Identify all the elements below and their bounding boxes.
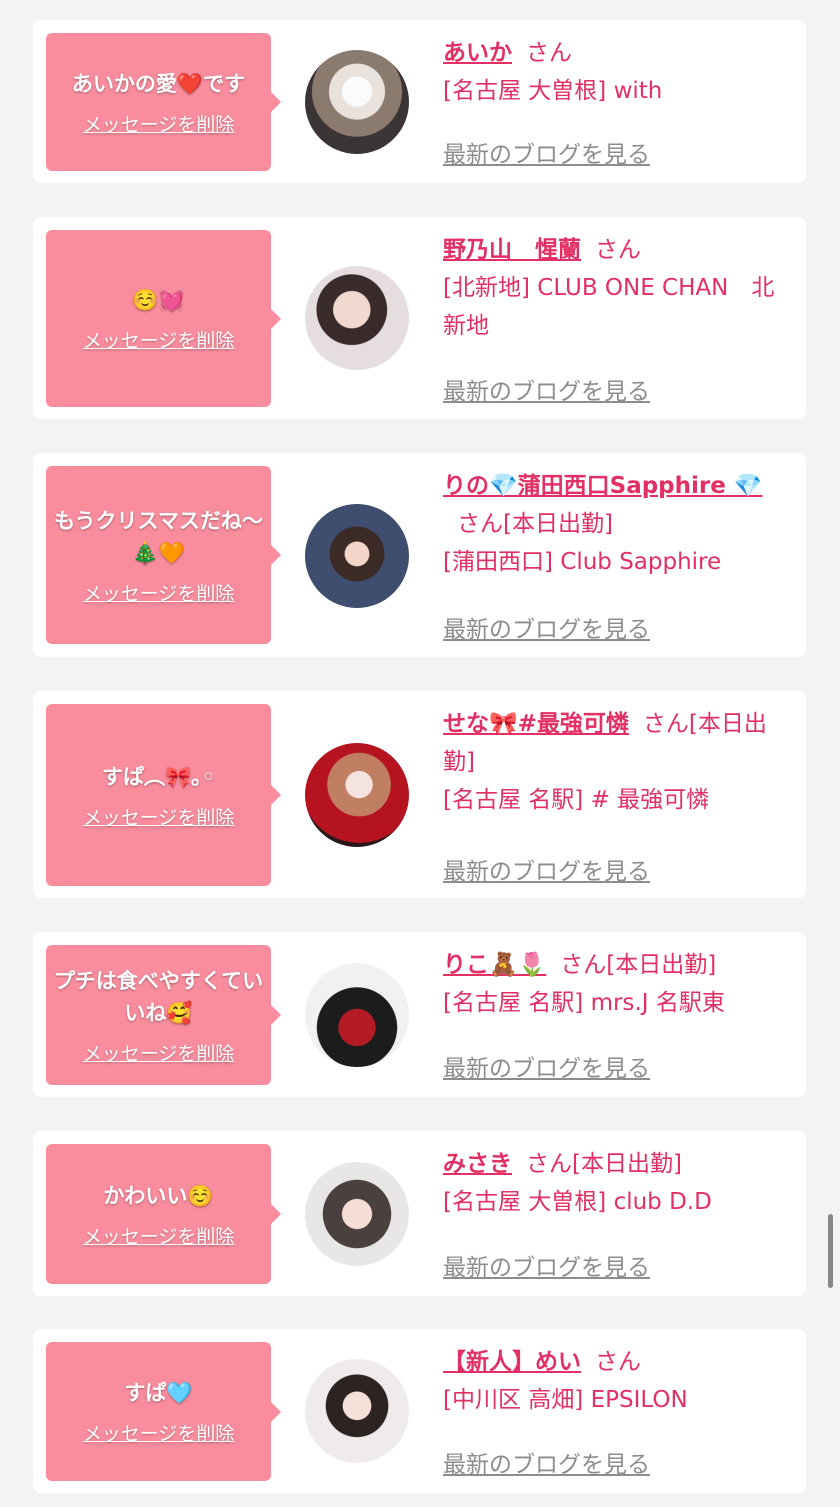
profile-name-link[interactable]: 【新人】めい	[443, 1349, 581, 1375]
latest-blog-link[interactable]: 最新のブログを見る	[443, 1049, 650, 1083]
profile-info: りこ🧸🌷 さん[本日出勤] [名古屋 名駅] mrs.J 名駅東	[443, 946, 795, 1022]
delete-message-link[interactable]: メッセージを削除	[83, 1039, 235, 1066]
delete-message-link[interactable]: メッセージを削除	[83, 1419, 235, 1446]
latest-blog-link[interactable]: 最新のブログを見る	[443, 135, 650, 169]
profile-info: あいか さん [名古屋 大曽根] with	[443, 34, 795, 110]
profile-info: 【新人】めい さん [中川区 高畑] EPSILON	[443, 1343, 795, 1419]
message-text: かわいい☺️	[103, 1183, 214, 1208]
store-info: [名古屋 名駅] mrs.J 名駅東	[443, 990, 725, 1016]
message-bubble: あいかの愛❤️です メッセージを削除	[46, 33, 281, 171]
honorific: さん	[457, 511, 503, 537]
message-text: すぱ︵🎀｡◦	[101, 764, 216, 789]
message-bubble: かわいい☺️ メッセージを削除	[46, 1144, 281, 1284]
store-info: [北新地] CLUB ONE CHAN 北新地	[443, 275, 775, 339]
honorific: さん	[595, 237, 641, 263]
status-tag: [本日出勤]	[572, 1151, 682, 1177]
message-bubble: プチは食べやすくていいね🥰 メッセージを削除	[46, 945, 281, 1085]
message-text: あいかの愛❤️です	[71, 71, 246, 96]
store-info: [中川区 高畑] EPSILON	[443, 1387, 688, 1413]
avatar[interactable]	[305, 50, 409, 154]
delete-message-link[interactable]: メッセージを削除	[83, 110, 235, 137]
scrollbar[interactable]	[828, 1214, 833, 1288]
message-card: すぱ︵🎀｡◦ メッセージを削除 せな🎀#最強可憐 さん[本日出勤] [名古屋 名駅…	[33, 691, 806, 898]
delete-message-link[interactable]: メッセージを削除	[83, 1222, 235, 1249]
message-text: もうクリスマスだね〜🎄🧡	[54, 508, 263, 565]
avatar[interactable]	[305, 504, 409, 608]
message-bubble: すぱ︵🎀｡◦ メッセージを削除	[46, 704, 281, 886]
delete-message-link[interactable]: メッセージを削除	[83, 803, 235, 830]
store-info: [名古屋 大曽根] club D.D	[443, 1189, 712, 1215]
avatar[interactable]	[305, 1162, 409, 1266]
status-tag: [本日出勤]	[606, 952, 717, 978]
status-tag: [本日出勤]	[503, 511, 613, 537]
honorific: さん	[526, 40, 572, 66]
store-info: [名古屋 名駅] # 最強可憐	[443, 787, 710, 813]
honorific: さん	[560, 952, 607, 978]
honorific: さん	[526, 1151, 572, 1177]
message-text: すぱ🩵	[124, 1381, 193, 1405]
message-card: もうクリスマスだね〜🎄🧡 メッセージを削除 りの💎蒲田西口Sapphire 💎 さ…	[33, 453, 806, 657]
honorific: さん	[642, 711, 689, 737]
avatar[interactable]	[305, 963, 409, 1067]
profile-name-link[interactable]: みさき	[443, 1151, 512, 1177]
store-info: [名古屋 大曽根] with	[443, 78, 663, 104]
message-bubble: すぱ🩵 メッセージを削除	[46, 1342, 281, 1481]
store-info: [蒲田西口] Club Sapphire	[443, 549, 722, 575]
message-card: すぱ🩵 メッセージを削除 【新人】めい さん [中川区 高畑] EPSILON 最…	[33, 1329, 806, 1493]
message-text: ☺️💓	[132, 288, 185, 312]
profile-info: 野乃山 惺蘭 さん [北新地] CLUB ONE CHAN 北新地	[443, 231, 795, 345]
profile-info: みさき さん[本日出勤] [名古屋 大曽根] club D.D	[443, 1145, 795, 1221]
latest-blog-link[interactable]: 最新のブログを見る	[443, 852, 650, 886]
profile-name-link[interactable]: あいか	[443, 40, 512, 66]
profile-info: せな🎀#最強可憐 さん[本日出勤] [名古屋 名駅] # 最強可憐	[443, 705, 795, 819]
delete-message-link[interactable]: メッセージを削除	[83, 326, 235, 353]
message-card: プチは食べやすくていいね🥰 メッセージを削除 りこ🧸🌷 さん[本日出勤] [名古屋…	[33, 932, 806, 1097]
message-card: あいかの愛❤️です メッセージを削除 あいか さん [名古屋 大曽根] with …	[33, 20, 806, 183]
message-card: かわいい☺️ メッセージを削除 みさき さん[本日出勤] [名古屋 大曽根] cl…	[33, 1131, 806, 1296]
message-card: ☺️💓 メッセージを削除 野乃山 惺蘭 さん [北新地] CLUB ONE CHA…	[33, 217, 806, 419]
latest-blog-link[interactable]: 最新のブログを見る	[443, 1445, 650, 1479]
avatar[interactable]	[305, 743, 409, 847]
message-text: プチは食べやすくていいね🥰	[53, 968, 264, 1025]
latest-blog-link[interactable]: 最新のブログを見る	[443, 372, 650, 406]
profile-name-link[interactable]: 野乃山 惺蘭	[443, 237, 581, 263]
profile-name-link[interactable]: りこ🧸🌷	[443, 952, 546, 978]
latest-blog-link[interactable]: 最新のブログを見る	[443, 610, 650, 644]
profile-name-link[interactable]: せな🎀#最強可憐	[443, 711, 629, 737]
honorific: さん	[595, 1349, 641, 1375]
profile-info: りの💎蒲田西口Sapphire 💎 さん[本日出勤] [蒲田西口] Club Sa…	[443, 467, 795, 581]
delete-message-link[interactable]: メッセージを削除	[83, 579, 235, 606]
message-bubble: ☺️💓 メッセージを削除	[46, 230, 281, 407]
latest-blog-link[interactable]: 最新のブログを見る	[443, 1248, 650, 1282]
profile-name-link[interactable]: りの💎蒲田西口Sapphire 💎	[443, 473, 763, 499]
avatar[interactable]	[305, 266, 409, 370]
avatar[interactable]	[305, 1359, 409, 1463]
message-bubble: もうクリスマスだね〜🎄🧡 メッセージを削除	[46, 466, 281, 644]
